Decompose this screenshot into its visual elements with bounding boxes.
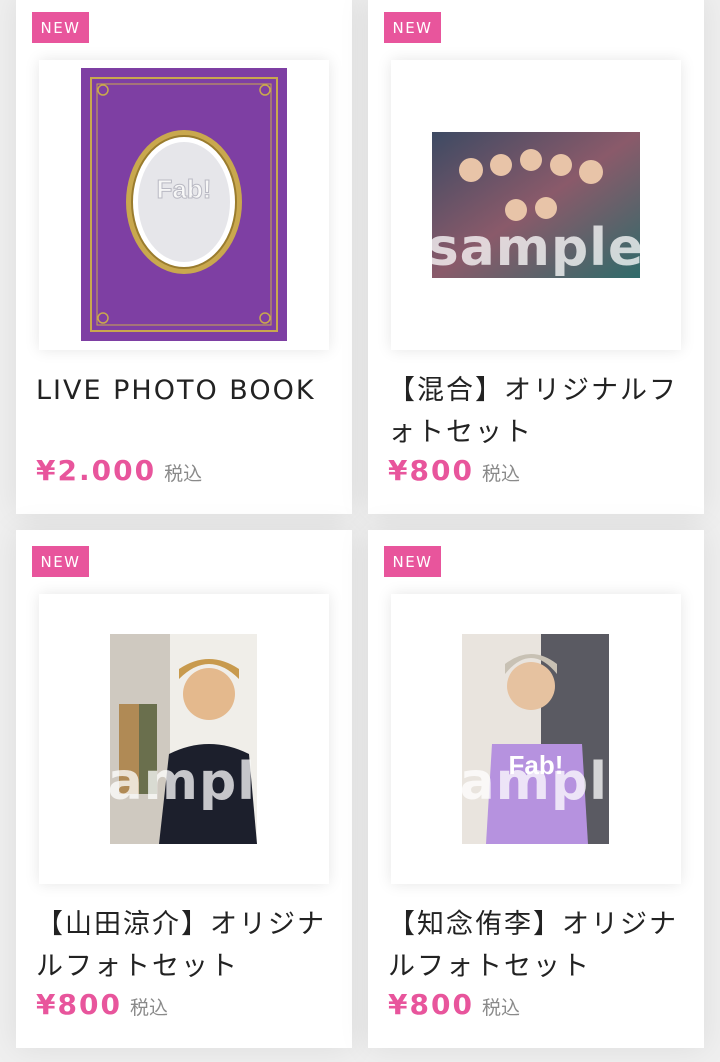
- product-card[interactable]: NEW Fab! sample 【知念侑李】オリジナルフォトセット ¥800 税…: [368, 530, 704, 1048]
- sample-watermark: sample: [427, 218, 645, 278]
- product-title[interactable]: 【山田涼介】オリジナルフォトセット: [36, 904, 336, 988]
- product-title[interactable]: 【混合】オリジナルフォトセット: [388, 370, 688, 454]
- tax-label: 税込: [129, 997, 168, 1019]
- new-badge: NEW: [32, 546, 89, 577]
- group-photo-icon: [432, 132, 640, 278]
- tax-label: 税込: [481, 463, 520, 485]
- product-price: ¥800: [388, 454, 474, 487]
- new-badge: NEW: [384, 12, 441, 43]
- product-title[interactable]: LIVE PHOTO BOOK: [36, 370, 336, 412]
- product-title[interactable]: 【知念侑李】オリジナルフォトセット: [388, 904, 688, 988]
- tax-label: 税込: [481, 997, 520, 1019]
- price-row: ¥800 税込: [36, 988, 168, 1021]
- product-grid: NEW Fab! LIVE PHOTO BOOK ¥2.000 税込 NEW s…: [0, 0, 720, 1062]
- new-badge: NEW: [384, 546, 441, 577]
- tax-label: 税込: [164, 463, 203, 485]
- sample-watermark: sample: [75, 752, 293, 812]
- product-image[interactable]: sample: [391, 60, 681, 350]
- product-price: ¥800: [388, 988, 474, 1021]
- price-row: ¥800 税込: [388, 988, 520, 1021]
- price-row: ¥2.000 税込: [36, 454, 202, 487]
- sample-watermark: sample: [427, 752, 645, 812]
- product-card[interactable]: NEW sample 【山田涼介】オリジナルフォトセット ¥800 税込: [16, 530, 352, 1048]
- svg-text:Fab!: Fab!: [157, 174, 212, 204]
- product-price: ¥800: [36, 988, 122, 1021]
- product-image[interactable]: sample: [39, 594, 329, 884]
- new-badge: NEW: [32, 12, 89, 43]
- portrait-photo-icon: Fab!: [462, 634, 609, 844]
- product-card[interactable]: NEW sample 【混合】オリジナルフォトセット ¥800 税込: [368, 0, 704, 514]
- product-image[interactable]: Fab!: [39, 60, 329, 350]
- portrait-photo-icon: [110, 634, 257, 844]
- product-image[interactable]: Fab! sample: [391, 594, 681, 884]
- product-price: ¥2.000: [36, 454, 157, 487]
- product-card[interactable]: NEW Fab! LIVE PHOTO BOOK ¥2.000 税込: [16, 0, 352, 514]
- price-row: ¥800 税込: [388, 454, 520, 487]
- photo-book-cover-icon: Fab!: [81, 68, 287, 341]
